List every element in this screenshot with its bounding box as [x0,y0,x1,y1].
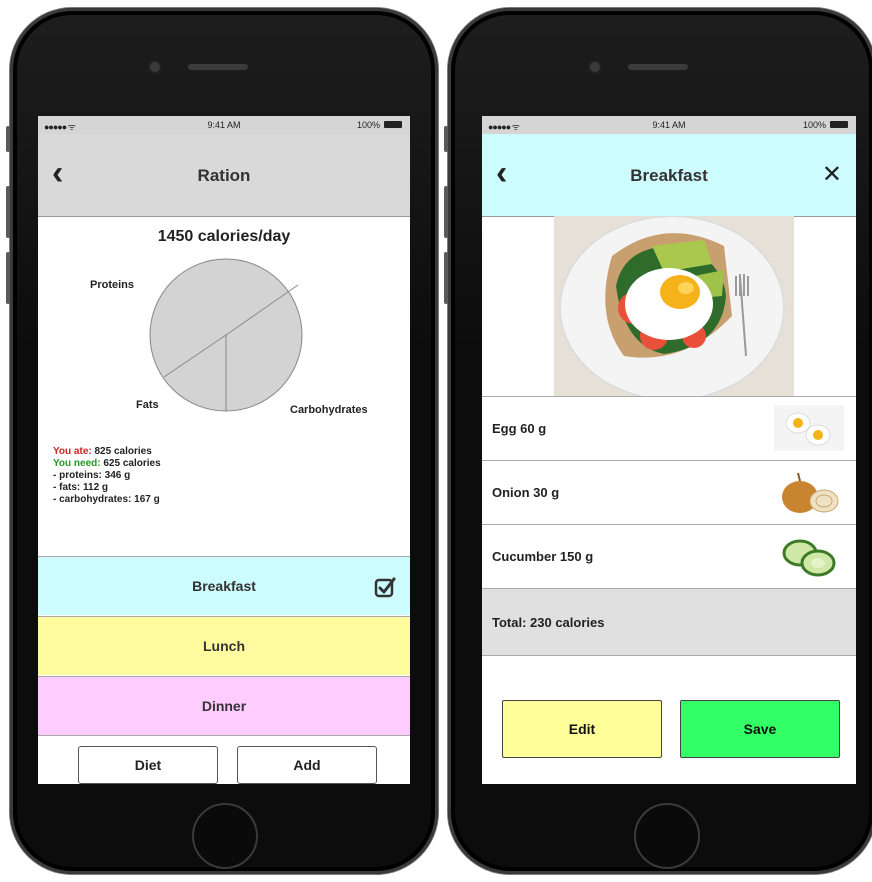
breakfast-photo [554,216,794,396]
meal-breakfast-label: Breakfast [192,578,256,594]
need-value: 625 calories [103,458,161,469]
earpiece-speaker [628,64,688,70]
battery-percent: 100% [356,120,380,130]
volume-up-button [444,186,448,238]
ate-value: 825 calories [94,446,152,457]
stats-fats: - fats: 112 g [53,482,109,493]
status-time: 9:41 AM [652,120,686,130]
status-bar: ●●●●● ᯤ 9:41 AM 100% [38,116,410,134]
add-button[interactable]: Add [237,746,377,784]
volume-up-button [6,186,10,238]
navbar: ‹ Ration [38,134,410,217]
calories-title: 1450 calories/day [157,228,291,245]
battery-icon [384,121,402,128]
meal-dinner-label: Dinner [201,698,247,714]
ingredient-row-egg[interactable]: Egg 60 g [482,396,856,461]
meal-breakfast[interactable]: Breakfast [38,556,410,615]
close-icon[interactable]: ✕ [822,160,842,189]
ingredient-egg-label: Egg 60 g [492,421,547,436]
stats-ate-line: You ate: 825 calories [53,446,161,458]
breakfast-screen: ●●●●● ᯤ 9:41 AM 100% ‹ Breakfast ✕ Egg 6… [482,116,856,784]
mute-switch [444,126,448,152]
page-title: Ration [197,166,251,185]
diet-button[interactable]: Diet [78,746,218,784]
total-calories-label: Total: 230 calories [492,615,605,630]
battery-percent: 100% [802,120,826,130]
ingredient-onion-label: Onion 30 g [492,485,560,500]
page-title: Breakfast [630,166,708,185]
ingredient-cucumber-label: Cucumber 150 g [492,549,594,564]
earpiece-speaker [188,64,248,70]
onion-icon [782,472,839,513]
front-camera-icon [588,60,602,74]
volume-down-button [6,252,10,304]
cucumber-icon [782,539,836,577]
egg-icon [774,405,844,451]
breakfast-food-illustration [554,216,794,396]
ate-label: You ate: [53,446,92,457]
divider [38,735,410,736]
battery-icon [830,121,848,128]
stats-proteins: - proteins: 346 g [53,470,131,481]
volume-down-button [444,252,448,304]
meal-lunch[interactable]: Lunch [38,616,410,675]
front-camera-icon [148,60,162,74]
status-bar: ●●●●● ᯤ 9:41 AM 100% [482,116,856,134]
meal-dinner[interactable]: Dinner [38,676,410,735]
navbar: ‹ Breakfast ✕ [482,134,856,217]
phone-left: ●●●●● ᯤ 9:41 AM 100% ‹ Ration 1450 calor… [6,8,438,874]
stats-need-line: You need: 625 calories [53,458,161,470]
phone-right: ●●●●● ᯤ 9:41 AM 100% ‹ Breakfast ✕ Egg 6… [444,8,872,874]
stats-carbohydrates: - carbohydrates: 167 g [53,494,160,505]
nutrient-pie-chart [149,258,303,412]
edit-button[interactable]: Edit [502,700,662,758]
total-calories-row: Total: 230 calories [482,588,856,656]
ration-screen: ●●●●● ᯤ 9:41 AM 100% ‹ Ration 1450 calor… [38,116,410,784]
mute-switch [6,126,10,152]
meal-lunch-label: Lunch [203,638,245,654]
save-button[interactable]: Save [680,700,840,758]
home-button [192,803,258,869]
home-button [634,803,700,869]
status-time: 9:41 AM [207,120,241,130]
checkbox-checked-icon[interactable] [374,576,396,598]
ingredient-row-cucumber[interactable]: Cucumber 150 g [482,524,856,589]
nutrition-stats: You ate: 825 calories You need: 625 calo… [53,446,161,506]
pie-label-proteins: Proteins [90,279,135,291]
need-label: You need: [53,458,101,469]
ingredient-row-onion[interactable]: Onion 30 g [482,460,856,525]
